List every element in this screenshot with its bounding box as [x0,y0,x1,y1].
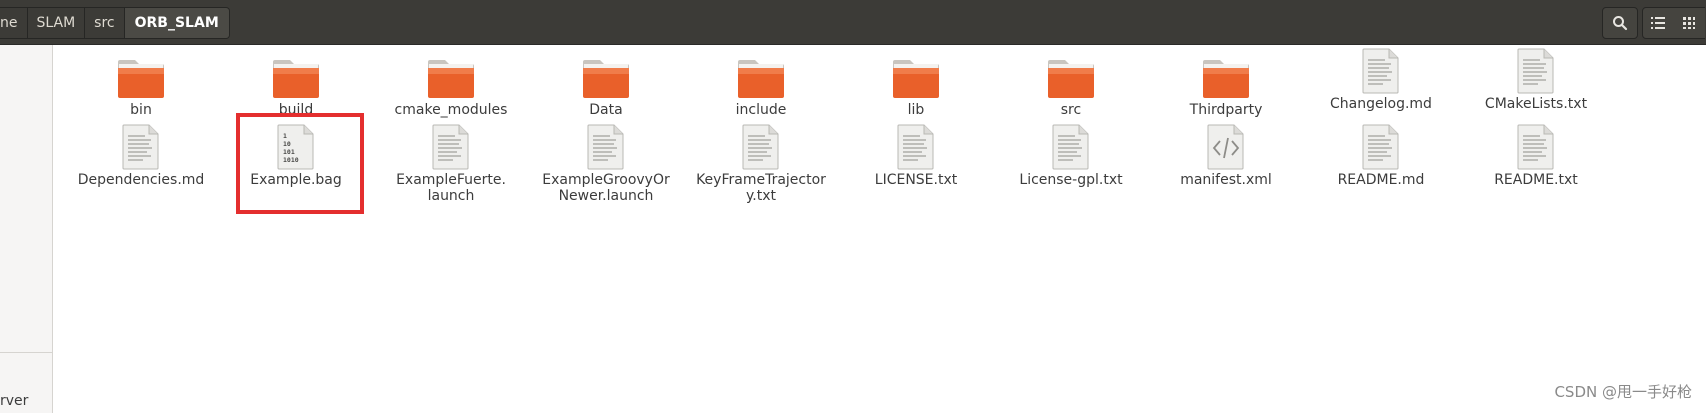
watermark: CSDN @甩一手好枪 [1554,383,1692,401]
file-name: KeyFrameTrajector y.txt [696,172,826,204]
file-item[interactable]: manifest.xml [1151,124,1301,188]
folder-icon [1151,56,1301,100]
header-bar: ne SLAM src ORB_SLAM [0,0,1706,45]
file-name: Changelog.md [1330,96,1432,112]
file-item[interactable]: ExampleGroovyOr Newer.launch [531,124,681,204]
sidebar-item-label[interactable]: rver [0,393,28,409]
text-file-icon [1306,124,1456,170]
file-item[interactable]: Thirdparty [1151,56,1301,118]
search-button[interactable] [1602,7,1638,39]
text-file-icon [686,124,836,170]
file-name: manifest.xml [1180,172,1272,188]
file-name: README.txt [1494,172,1578,188]
file-name: bin [130,102,152,118]
file-name: ExampleGroovyOr Newer.launch [542,172,670,204]
file-name: Thirdparty [1189,102,1263,118]
file-item[interactable]: Data [531,56,681,118]
text-file-icon [1306,48,1456,94]
text-file-icon [1461,48,1611,94]
folder-icon [996,56,1146,100]
file-item[interactable]: README.txt [1461,124,1611,188]
xml-file-icon [1151,124,1301,170]
file-name: ExampleFuerte. launch [396,172,506,204]
folder-icon [376,56,526,100]
sidebar-divider [0,352,52,353]
text-file-icon [996,124,1146,170]
breadcrumb: ne SLAM src ORB_SLAM [0,7,230,39]
sidebar [0,45,53,413]
file-item[interactable]: bin [66,56,216,118]
view-options-button[interactable] [1673,7,1705,39]
text-file-icon [1461,124,1611,170]
folder-icon [686,56,836,100]
breadcrumb-item-current[interactable]: ORB_SLAM [124,8,229,38]
file-item[interactable]: CMakeLists.txt [1461,48,1611,112]
file-item[interactable]: build [221,56,371,118]
search-icon [1613,16,1628,31]
folder-icon [221,56,371,100]
file-name: License-gpl.txt [1019,172,1123,188]
folder-icon [841,56,991,100]
breadcrumb-item[interactable]: src [85,8,125,38]
file-item[interactable]: Dependencies.md [66,124,216,188]
file-item[interactable]: License-gpl.txt [996,124,1146,188]
file-name: Data [589,102,623,118]
file-item[interactable]: ExampleFuerte. launch [376,124,526,204]
grid-view-icon [1683,17,1695,29]
file-name: src [1060,102,1082,118]
file-item[interactable]: src [996,56,1146,118]
breadcrumb-item[interactable]: ne [0,8,28,38]
file-item[interactable]: include [686,56,836,118]
file-item[interactable]: LICENSE.txt [841,124,991,188]
breadcrumb-item[interactable]: SLAM [27,8,86,38]
list-view-icon [1651,17,1665,29]
file-item[interactable]: cmake_modules [376,56,526,118]
folder-icon [66,56,216,100]
selection-highlight-box [236,113,364,214]
text-file-icon [66,124,216,170]
file-name: LICENSE.txt [874,172,958,188]
file-item[interactable]: KeyFrameTrajector y.txt [686,124,836,204]
file-item[interactable]: lib [841,56,991,118]
list-view-button[interactable] [1642,7,1674,39]
file-name: CMakeLists.txt [1484,96,1588,112]
text-file-icon [841,124,991,170]
file-name: lib [907,102,925,118]
file-item[interactable]: Changelog.md [1306,48,1456,112]
file-name: include [735,102,787,118]
file-name: Dependencies.md [77,172,205,188]
text-file-icon [531,124,681,170]
file-name: cmake_modules [394,102,508,118]
file-name: README.md [1337,172,1425,188]
text-file-icon [376,124,526,170]
file-item[interactable]: README.md [1306,124,1456,188]
folder-icon [531,56,681,100]
